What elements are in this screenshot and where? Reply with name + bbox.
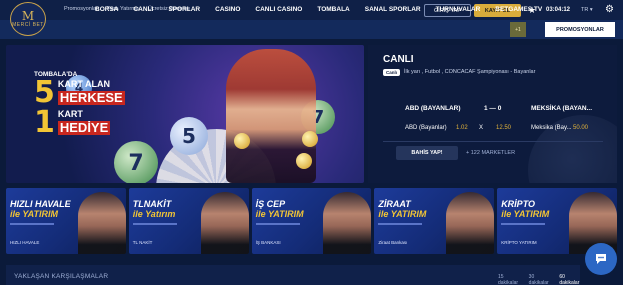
tile-headline: İŞ CEP [255,199,286,209]
nav-item-casino[interactable]: CASINO [215,6,240,13]
tile-brand: İŞ BANKASI [255,240,281,245]
chat-bubble-icon [596,254,606,264]
promo-banner[interactable]: 4 5 7 7 TOMBALA'DA 5 KART ALAN HERKESE 1… [6,45,364,183]
tile-headline: HIZLI HAVALE [10,199,71,209]
nav-item-borsa[interactable]: BORSA [95,6,118,13]
payment-tiles: HIZLI HAVALE ile YATIRIM HIZLI HAVALE TL… [6,188,617,254]
nav-item-betgames-tv[interactable]: BETGAMES TV [495,6,542,13]
away-team: MEKSİKA (BAYAN... [531,105,593,112]
banner-number-1: 1 [34,105,55,140]
gear-icon[interactable]: ⚙ [605,4,614,15]
chat-icon[interactable] [585,243,617,275]
tile-subline: ile YATIRIM [255,209,304,219]
more-markets-link[interactable]: + 122 MARKETLER [466,150,515,156]
gold-coin-image [302,131,318,147]
filter-15-minutes[interactable]: 15 dakikalar [498,274,519,285]
tile-hizli-havale[interactable]: HIZLI HAVALE ile YATIRIM HIZLI HAVALE [6,188,126,254]
odds-row: ABD (Bayanlar) 1.02 X 12.50 Meksika (Bay… [383,123,608,135]
tile-ziraat[interactable]: ZİRAAT ile YATIRIM Ziraat Bankası [374,188,495,254]
top-link-promotions[interactable]: Promosyonlar [64,6,98,12]
gold-coin-image [234,133,250,149]
odd-away-value[interactable]: 50.00 [573,125,588,131]
tile-headline: TLNAKİT [132,199,172,209]
banner-headline: TOMBALA'DA 5 KART ALAN HERKESE 1 KART HE… [34,71,144,138]
match-score: 1 — 0 [484,105,502,112]
bingo-ball: 7 [114,141,158,183]
nav-item-turnuvalar[interactable]: TURNUVALAR [436,6,481,13]
tile-model-image [200,192,249,254]
brand-logo[interactable]: M MERCİ BET [10,2,46,36]
upcoming-matches-section: YAKLAŞAN KARŞILAŞMALAR 15 dakikalar 30 d… [6,265,580,285]
odd-draw-value[interactable]: 12.50 [496,125,511,131]
banner-line-2b: HEDİYE [57,120,111,135]
main-nav [0,20,623,39]
tile-model-image [446,192,495,254]
bingo-ball: 5 [170,117,208,155]
nav-item-sporlar[interactable]: SPORLAR [168,6,200,13]
tile-divider [501,223,546,225]
tile-divider [255,223,300,225]
odd-home-value[interactable]: 1.02 [456,125,468,131]
live-match-panel: CANLI Canlı İlk yarı , Futbol , CONCACAF… [368,45,617,183]
live-title: CANLI [383,54,414,65]
nav-item-canli[interactable]: CANLI [133,6,153,13]
tile-headline: KRİPTO [501,199,536,209]
tile-divider [378,223,423,225]
tile-tlnakit[interactable]: TLNAKİT ile Yatırım TL NAKİT [128,188,249,254]
promotions-tab[interactable]: PROMOSYONLAR [545,22,615,37]
filter-30-minutes[interactable]: 30 dakikalar [529,274,550,285]
tile-model-image [323,192,372,254]
filter-60-minutes[interactable]: 60 dakikalar [559,274,580,285]
odd-away-label[interactable]: Meksika (Bay... [531,125,572,131]
time-filter-group: 15 dakikalar 30 dakikalar 60 dakikalar [498,274,580,285]
tile-subline: ile YATIRIM [10,209,59,219]
live-badge: Canlı [383,69,401,76]
language-value: TR [581,7,589,13]
home-team: ABD (BAYANLAR) [405,105,461,112]
place-bet-button[interactable]: BAHİS YAP! [396,146,458,160]
tile-model-image [77,192,126,254]
banner-line-1a: KART ALAN [57,79,111,89]
tile-iscep[interactable]: İŞ CEP ile YATIRIM İŞ BANKASI [251,188,372,254]
nav-item-tombala[interactable]: TOMBALA [317,6,349,13]
tile-subline: ile YATIRIM [501,209,550,219]
logo-text: MERCİ BET [12,22,44,28]
nav-item-canli-casino[interactable]: CANLI CASINO [255,6,302,13]
nav-more-button[interactable]: +1 [510,22,526,37]
tile-headline: ZİRAAT [378,199,411,209]
tile-brand: HIZLI HAVALE [10,240,40,245]
divider [383,141,603,142]
nav-item-sanal-sporlar[interactable]: SANAL SPORLAR [365,6,421,13]
tile-brand: Ziraat Bankası [378,240,408,245]
main-nav-items: BORSA CANLI SPORLAR CASINO CANLI CASINO … [95,6,557,13]
tile-subline: ile Yatırım [132,209,176,219]
gold-coin-image [296,153,312,169]
tile-brand: KRİPTO YATIRIM [501,240,537,245]
logo-mark: M [21,9,35,23]
banner-line-2a: KART [57,109,83,119]
language-select[interactable]: TR ▾ [581,7,593,13]
banner-line-1b: HERKESE [57,90,125,105]
tile-brand: TL NAKİT [132,240,153,245]
upcoming-title: YAKLAŞAN KARŞILAŞMALAR [14,273,109,280]
tile-divider [10,223,54,225]
tile-subline: ile YATIRIM [378,209,427,219]
banner-number-5: 5 [34,75,55,110]
tile-divider [132,223,177,225]
odd-home-label[interactable]: ABD (Bayanlar) [405,125,447,131]
live-league-info: İlk yarı , Futbol , CONCACAF Şampiyonası… [404,69,536,75]
odd-draw-label[interactable]: X [479,125,483,131]
